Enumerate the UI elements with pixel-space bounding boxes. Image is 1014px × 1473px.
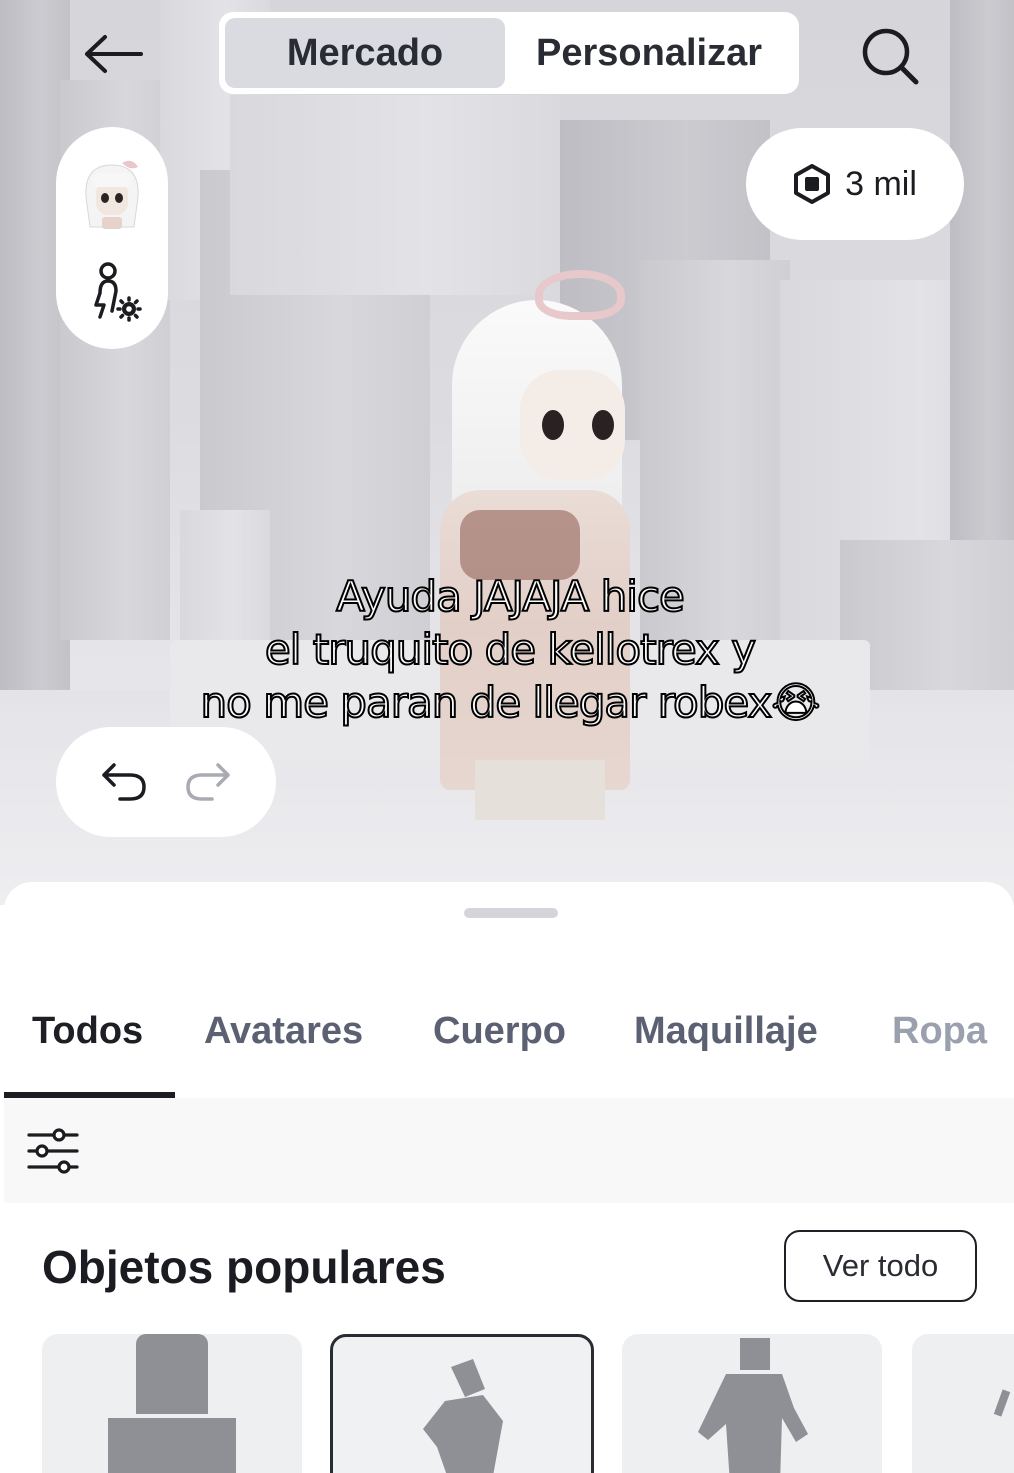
sheet-drag-handle[interactable] [464, 908, 558, 918]
robux-balance-button[interactable]: 3 mil [746, 128, 964, 240]
tab-avatares[interactable]: Avatares [204, 1010, 363, 1053]
history-controls [56, 727, 276, 837]
filter-sliders-icon [27, 1128, 79, 1174]
redo-button[interactable] [180, 754, 236, 810]
caption-line: el truquito de kellotrex y [264, 624, 757, 675]
caption-line: no me paran de llegar robex😭 [200, 677, 822, 728]
mode-switcher: Mercado Personalizar [219, 12, 799, 94]
caption-line: Ayuda JAJAJA hice [335, 571, 686, 622]
tab-personalizar[interactable]: Personalizar [505, 18, 793, 88]
tab-maquillaje[interactable]: Maquillaje [634, 1010, 818, 1053]
tab-cuerpo[interactable]: Cuerpo [433, 1010, 566, 1053]
item-card[interactable] [912, 1334, 1014, 1473]
back-arrow-icon [85, 35, 143, 73]
tab-ropa[interactable]: Ropa [892, 1010, 987, 1053]
tab-mercado[interactable]: Mercado [225, 18, 505, 88]
undo-button[interactable] [96, 754, 152, 810]
search-icon [862, 28, 919, 85]
item-thumbnail [698, 1338, 808, 1473]
category-tabs: Todos Avatares Cuerpo Maquillaje Ropa [4, 992, 1014, 1099]
item-card[interactable] [622, 1334, 882, 1473]
body-settings-icon[interactable] [88, 261, 142, 323]
section-title: Objetos populares [42, 1241, 446, 1293]
redo-icon [186, 763, 230, 801]
avatar-side-panel [56, 127, 168, 349]
item-thumbnail [423, 1359, 503, 1473]
filter-bar [4, 1098, 1014, 1203]
item-card[interactable] [42, 1334, 302, 1473]
item-card-selected[interactable] [330, 1334, 594, 1473]
see-all-button[interactable]: Ver todo [784, 1230, 977, 1302]
tab-todos[interactable]: Todos [32, 1010, 143, 1053]
catalog-sheet: Todos Avatares Cuerpo Maquillaje Ropa Ob… [4, 882, 1014, 1473]
filter-button[interactable] [22, 1120, 84, 1182]
robux-amount: 3 mil [845, 164, 917, 203]
avatar-head-icon[interactable] [78, 157, 146, 231]
video-caption: Ayuda JAJAJA hice el truquito de kellotr… [120, 570, 900, 729]
back-button[interactable] [82, 28, 144, 80]
avatar-model [380, 260, 680, 820]
robux-icon [794, 164, 831, 204]
search-button[interactable] [858, 24, 922, 88]
undo-icon [102, 763, 146, 801]
